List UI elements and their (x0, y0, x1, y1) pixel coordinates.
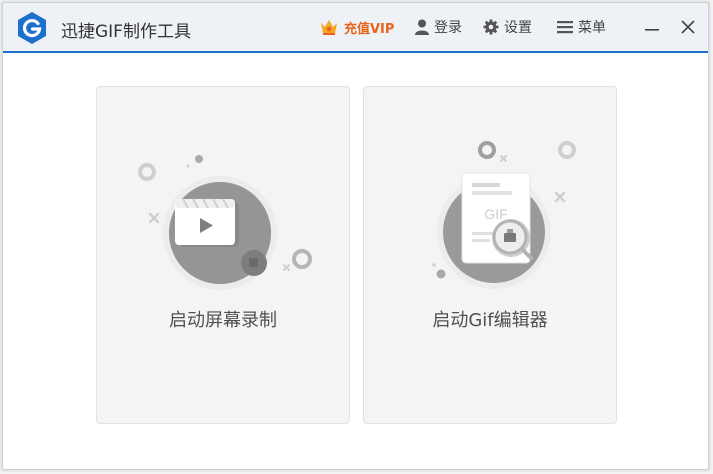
close-button[interactable] (673, 3, 703, 51)
card-label: 启动Gif编辑器 (432, 310, 548, 331)
minimize-button[interactable] (637, 3, 667, 51)
app-title: 迅捷GIF制作工具 (61, 22, 191, 42)
hamburger-menu-icon (557, 21, 573, 34)
settings-button[interactable]: 设置 (483, 3, 532, 51)
svg-text:GIF: GIF (484, 206, 507, 222)
main-content: 启动屏幕录制 GIF 启动Gif编辑器 (3, 53, 708, 469)
menu-label: 菜单 (578, 20, 606, 36)
minimize-icon (645, 29, 659, 31)
start-screen-recording-card[interactable]: 启动屏幕录制 (96, 86, 350, 424)
gif-document-search-icon: GIF (432, 141, 576, 289)
card-label: 启动屏幕录制 (169, 310, 277, 331)
video-play-icon (138, 155, 312, 290)
start-gif-editor-card[interactable]: GIF 启动Gif编辑器 (363, 86, 617, 424)
close-icon (681, 20, 695, 34)
gear-icon (483, 19, 499, 35)
menu-button[interactable]: 菜单 (557, 3, 606, 51)
settings-label: 设置 (504, 20, 532, 36)
recharge-vip-button[interactable]: 充值VIP (319, 3, 394, 51)
vip-label: 充值VIP (344, 21, 395, 37)
login-label: 登录 (434, 20, 462, 36)
crown-icon (321, 20, 337, 35)
title-bar: 迅捷GIF制作工具 充值VIP 登录 设置 菜单 (3, 3, 708, 53)
app-window: 迅捷GIF制作工具 充值VIP 登录 设置 菜单 启动屏幕录制 GIF 启动Gi… (2, 2, 709, 470)
login-button[interactable]: 登录 (415, 3, 462, 51)
user-icon (415, 19, 429, 35)
gif-logo-icon (18, 12, 46, 44)
